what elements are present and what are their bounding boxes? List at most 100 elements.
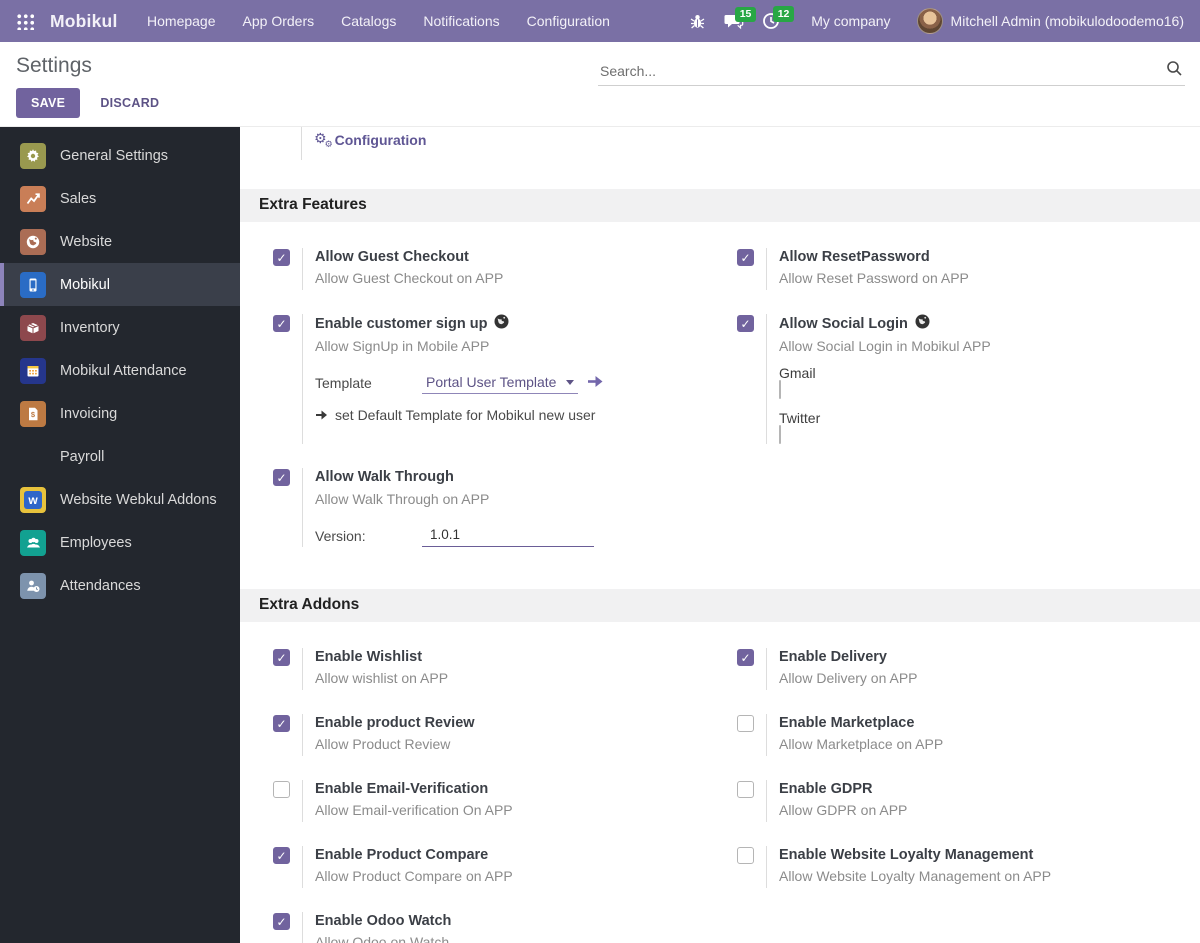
apps-menu-icon[interactable] (16, 12, 34, 30)
save-button[interactable]: SAVE (16, 88, 81, 118)
search-input[interactable] (598, 62, 1166, 79)
template-select[interactable]: Portal User Template (422, 374, 579, 395)
setting-label[interactable]: Enable Product Compare (315, 846, 513, 866)
divider (302, 468, 303, 547)
email-verification-checkbox[interactable] (273, 780, 290, 798)
setting-label[interactable]: Enable GDPR (779, 780, 907, 800)
sidebar-item-invoicing[interactable]: $ Invoicing (0, 392, 240, 435)
bug-icon[interactable] (680, 9, 715, 34)
nav-item-homepage[interactable]: Homepage (134, 0, 230, 42)
sidebar-item-inventory[interactable]: Inventory (0, 306, 240, 349)
gmail-checkbox[interactable] (779, 380, 781, 400)
navbar-menu: Homepage App Orders Catalogs Notificatio… (134, 0, 624, 42)
sidebar-item-attendances[interactable]: Attendances (0, 564, 240, 607)
people-icon (20, 529, 46, 556)
sidebar-item-general-settings[interactable]: General Settings (0, 134, 240, 177)
setting-guest-checkout: Allow Guest Checkout Allow Guest Checkou… (273, 247, 737, 290)
divider (766, 713, 767, 756)
setting-label[interactable]: Enable product Review (315, 714, 475, 734)
sidebar-item-mobikul[interactable]: Mobikul (0, 263, 240, 306)
user-menu[interactable]: Mitchell Admin (mobikulodoodemo16) (951, 13, 1190, 29)
sidebar-item-label: Invoicing (60, 405, 118, 422)
enterprise-globe-icon (915, 314, 930, 336)
odoo-watch-checkbox[interactable] (273, 912, 290, 930)
wishlist-checkbox[interactable] (273, 648, 290, 666)
divider (302, 247, 303, 290)
setting-reset-password: Allow ResetPassword Allow Reset Password… (737, 247, 1190, 290)
setting-description: Allow Website Loyalty Management on APP (779, 868, 1052, 885)
product-compare-checkbox[interactable] (273, 846, 290, 864)
version-input[interactable] (422, 526, 594, 547)
setting-description: Allow Odoo on Watch (315, 934, 450, 943)
guest-checkout-checkbox[interactable] (273, 248, 290, 266)
setting-marketplace: Enable Marketplace Allow Marketplace on … (737, 713, 1190, 756)
setting-product-review: Enable product Review Allow Product Revi… (273, 713, 737, 756)
template-row: Template Portal User Template (315, 374, 606, 395)
setting-label[interactable]: Enable Marketplace (779, 714, 943, 734)
version-row: Version: (315, 526, 594, 547)
twitter-option-label: Twitter (779, 410, 821, 427)
globe-icon (20, 228, 46, 255)
setting-label[interactable]: Allow ResetPassword (779, 248, 969, 268)
nav-item-configuration[interactable]: Configuration (513, 0, 623, 42)
nav-item-notifications[interactable]: Notifications (410, 0, 513, 42)
configuration-link[interactable]: ⚙⚙ Configuration (314, 130, 426, 150)
sidebar-item-label: General Settings (60, 147, 169, 164)
messages-icon[interactable]: 15 (715, 6, 756, 34)
product-review-checkbox[interactable] (273, 714, 290, 732)
setting-label[interactable]: Enable Wishlist (315, 648, 448, 668)
sidebar-item-website-webkul-addons[interactable]: w Website Webkul Addons (0, 478, 240, 521)
person-clock-icon (20, 572, 46, 599)
marketplace-checkbox[interactable] (737, 714, 754, 732)
sidebar-item-payroll[interactable]: Payroll (0, 435, 240, 478)
customer-signup-checkbox[interactable] (273, 314, 290, 332)
setting-label[interactable]: Enable Odoo Watch (315, 912, 451, 932)
setting-label[interactable]: Allow Walk Through (315, 468, 594, 488)
setting-walk-through: Allow Walk Through Allow Walk Through on… (273, 468, 737, 547)
gdpr-checkbox[interactable] (737, 780, 754, 798)
app-brand[interactable]: Mobikul (50, 11, 118, 32)
sidebar-item-label: Website Webkul Addons (60, 491, 217, 508)
control-panel: Settings SAVE DISCARD (0, 42, 1200, 127)
sidebar-item-employees[interactable]: Employees (0, 521, 240, 564)
setting-label[interactable]: Allow Social Login (779, 314, 991, 336)
twitter-checkbox[interactable] (779, 425, 781, 445)
reset-password-checkbox[interactable] (737, 248, 754, 266)
version-field-label: Version: (315, 527, 366, 544)
activities-icon[interactable]: 12 (753, 6, 794, 34)
setting-label[interactable]: Allow Guest Checkout (315, 248, 503, 268)
divider (302, 647, 303, 690)
social-login-checkbox[interactable] (737, 314, 754, 332)
grid-spacer (737, 468, 1190, 571)
nav-item-app-orders[interactable]: App Orders (229, 0, 328, 42)
extra-addons-grid: Enable Wishlist Allow wishlist on APP En… (240, 622, 1200, 943)
set-default-template-link[interactable]: set Default Template for Mobikul new use… (315, 407, 606, 423)
nav-item-catalogs[interactable]: Catalogs (328, 0, 410, 42)
sidebar-item-website[interactable]: Website (0, 220, 240, 263)
delivery-checkbox[interactable] (737, 648, 754, 666)
sidebar-item-sales[interactable]: Sales (0, 177, 240, 220)
internal-link-arrow-icon[interactable] (586, 374, 606, 394)
setting-description: Allow Social Login in Mobikul APP (779, 338, 991, 355)
mobile-icon (20, 271, 46, 298)
user-avatar[interactable] (916, 8, 943, 34)
top-navbar: Mobikul Homepage App Orders Catalogs Not… (0, 0, 1200, 42)
sidebar-item-label: Payroll (60, 448, 105, 465)
setting-description: Allow SignUp in Mobile APP (315, 338, 490, 355)
setting-description: Allow Marketplace on APP (779, 736, 944, 753)
setting-label[interactable]: Enable Email-Verification (315, 780, 513, 800)
search-icon[interactable] (1166, 60, 1183, 82)
sidebar-item-label: Mobikul (60, 276, 110, 293)
sidebar-item-mobikul-attendance[interactable]: Mobikul Attendance (0, 349, 240, 392)
sidebar-item-label: Inventory (60, 319, 120, 336)
discard-button[interactable]: DISCARD (88, 88, 171, 118)
walk-through-checkbox[interactable] (273, 469, 290, 487)
setting-label[interactable]: Enable customer sign up (315, 314, 606, 336)
blank-icon (20, 444, 46, 470)
website-loyalty-checkbox[interactable] (737, 846, 754, 864)
setting-description: Allow Email-verification On APP (315, 802, 513, 819)
setting-label[interactable]: Enable Delivery (779, 648, 918, 668)
setting-label[interactable]: Enable Website Loyalty Management (779, 846, 1051, 866)
divider (766, 247, 767, 290)
company-switcher[interactable]: My company (789, 13, 906, 29)
